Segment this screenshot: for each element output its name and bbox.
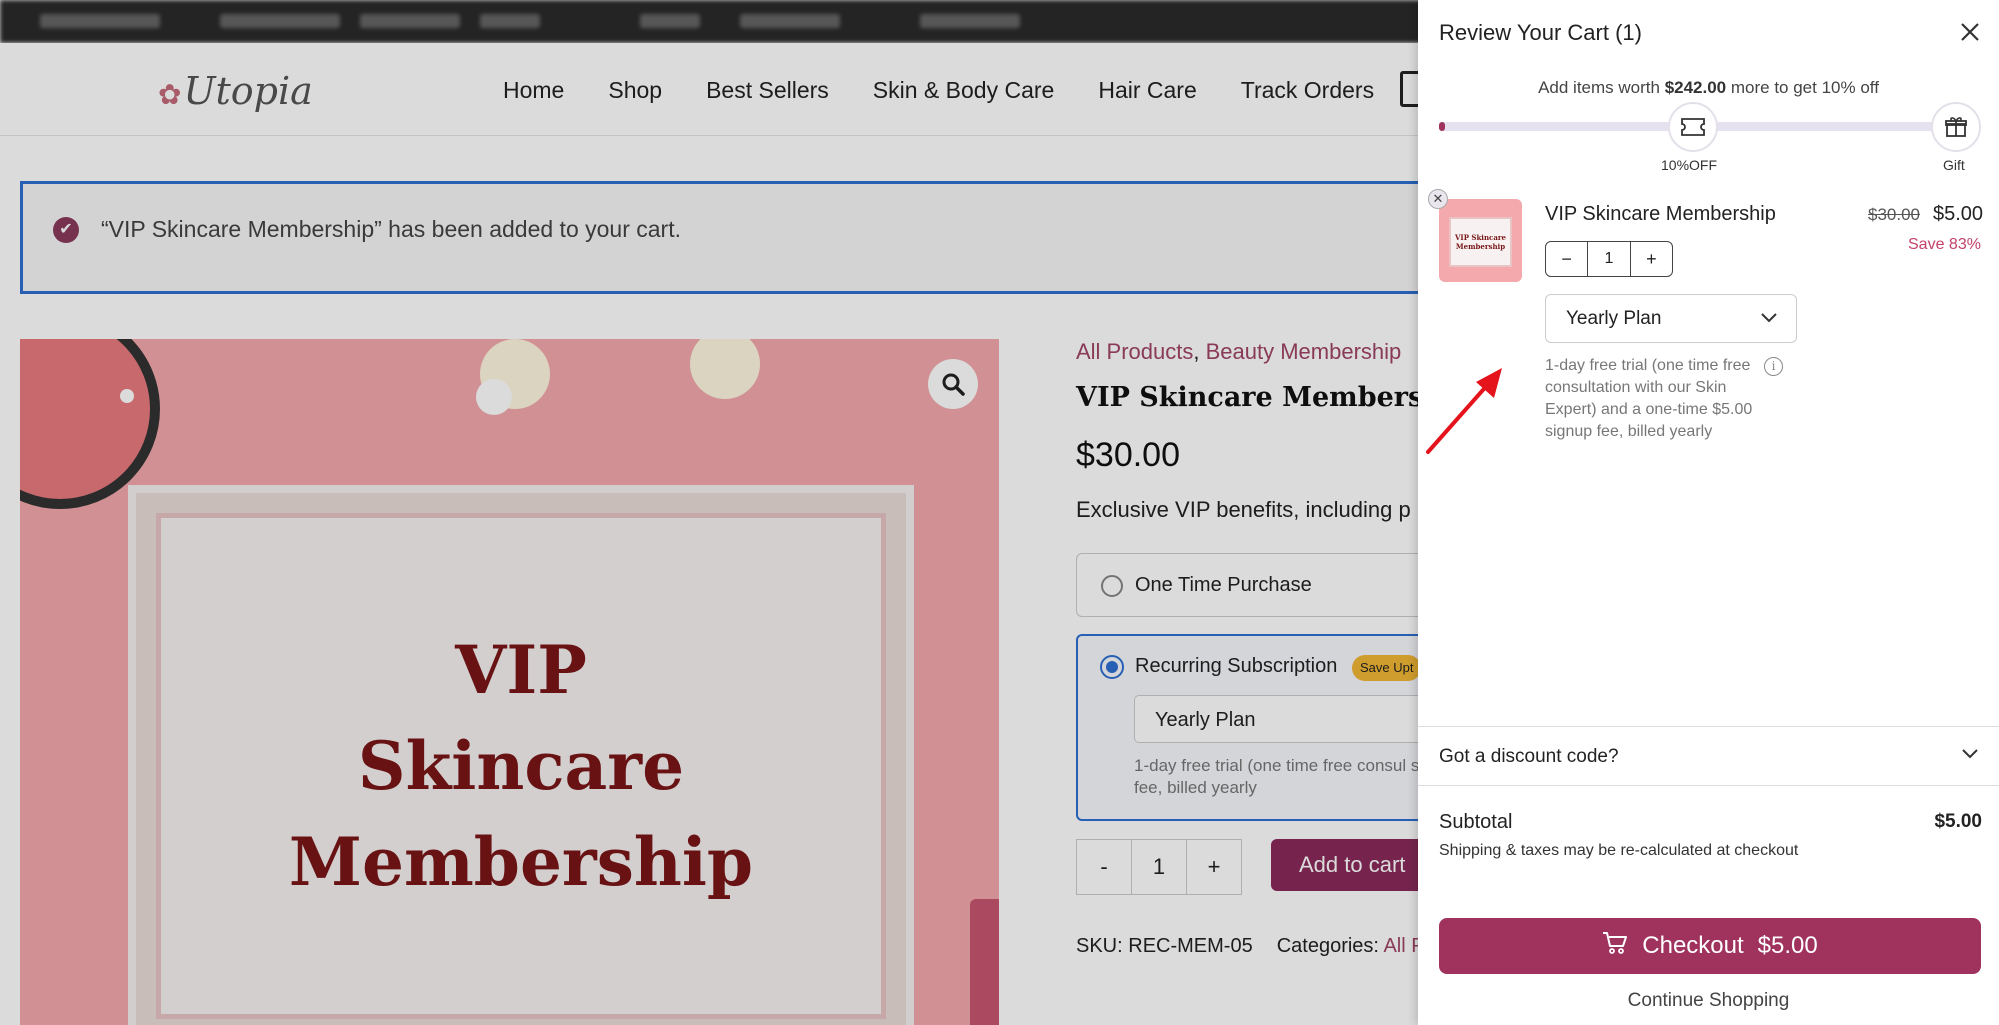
checkout-label: Checkout (1642, 932, 1744, 959)
info-icon[interactable]: i (1764, 357, 1783, 376)
ticket-icon (1668, 102, 1718, 152)
cart-item-original-price: $30.00 (1868, 205, 1920, 224)
discount-label: Got a discount code? (1439, 746, 1619, 767)
cart-qty-input[interactable]: 1 (1587, 242, 1631, 276)
cart-icon (1602, 931, 1628, 962)
gift-icon (1931, 102, 1981, 152)
checkout-button[interactable]: Checkout $5.00 (1439, 918, 1981, 974)
cart-item-image[interactable]: VIP Skincare Membership (1439, 199, 1522, 282)
subtotal-value: $5.00 (1934, 811, 1982, 832)
milestone-label-gift: Gift (1943, 157, 1965, 173)
page-dim-overlay[interactable] (0, 0, 1418, 1025)
chevron-down-icon (1760, 311, 1778, 329)
cart-item-price: $5.00 (1933, 203, 1984, 225)
discount-code-toggle[interactable]: Got a discount code? (1418, 726, 1999, 786)
subtotal-label: Subtotal (1439, 811, 1513, 833)
checkout-amount: $5.00 (1757, 932, 1818, 959)
plus-icon[interactable]: + (1631, 242, 1672, 276)
cart-plan-select[interactable]: Yearly Plan (1545, 294, 1797, 343)
cart-qty-stepper: − 1 + (1545, 241, 1673, 277)
chevron-down-icon (1961, 747, 1979, 765)
continue-shopping-link[interactable]: Continue Shopping (1418, 990, 1999, 1012)
minus-icon[interactable]: − (1546, 242, 1587, 276)
remove-item-icon[interactable]: ✕ (1428, 189, 1448, 209)
cart-plan-description: 1-day free trial (one time free consulta… (1545, 357, 1753, 440)
cart-item-name[interactable]: VIP Skincare Membership (1545, 203, 1776, 226)
cart-plan-value: Yearly Plan (1566, 308, 1662, 329)
annotation-arrow (1426, 368, 1502, 454)
cart-item-image-text: VIP Skincare Membership (1449, 217, 1512, 267)
cart-item-savings: Save 83% (1908, 236, 1981, 253)
shipping-note: Shipping & taxes may be re-calculated at… (1439, 842, 1799, 859)
cart-title: Review Your Cart (1) (1439, 20, 1642, 45)
progress-message: Add items worth $242.00 more to get 10% … (1538, 78, 1879, 97)
close-icon[interactable] (1954, 16, 1986, 48)
cart-drawer: Review Your Cart (1) Add items worth $24… (1418, 0, 1999, 1025)
milestone-label-discount: 10%OFF (1661, 157, 1718, 173)
progress-fill (1439, 122, 1445, 131)
